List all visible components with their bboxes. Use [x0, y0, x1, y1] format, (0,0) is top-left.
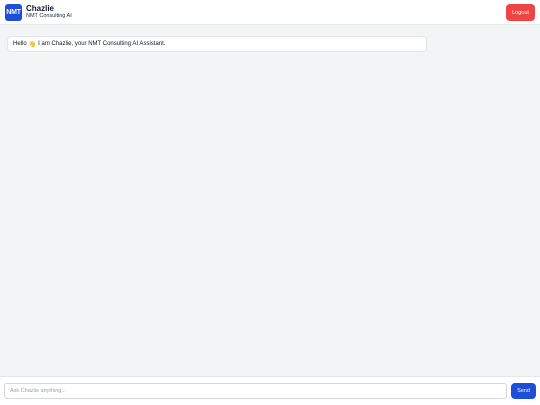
- chat-app: NMT Chazlie NMT Consulting AI Logout Hel…: [0, 0, 540, 405]
- message-composer: Send: [0, 376, 540, 405]
- chat-area: Hello 👋 I am Chazlie, your NMT Consultin…: [0, 25, 540, 376]
- message-input[interactable]: [4, 383, 507, 399]
- app-name: Chazlie: [26, 4, 55, 13]
- message-greeting: Hello: [13, 41, 27, 47]
- waving-hand-icon: 👋: [28, 41, 37, 48]
- send-button[interactable]: Send: [511, 383, 536, 399]
- message-text: I am Chazlie, your NMT Consulting AI Ass…: [38, 41, 166, 47]
- assistant-message: Hello 👋 I am Chazlie, your NMT Consultin…: [7, 36, 427, 52]
- app-subtitle: NMT Consulting AI: [26, 13, 72, 19]
- nmt-logo: NMT: [5, 4, 22, 21]
- app-header: NMT Chazlie NMT Consulting AI Logout: [0, 0, 540, 25]
- logout-button[interactable]: Logout: [506, 4, 535, 21]
